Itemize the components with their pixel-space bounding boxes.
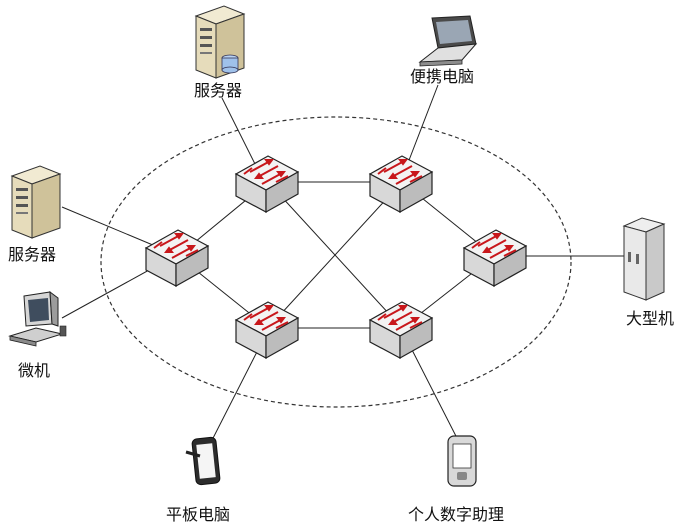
server-icon	[11, 165, 61, 239]
mainframe-icon	[622, 217, 666, 301]
network-topology-diagram: 服务器 便携电脑 服务器 微机 大型机 平板电脑 个人数字助理	[8, 5, 674, 524]
tablet-label: 平板电脑	[166, 505, 230, 524]
pc-label: 微机	[18, 361, 50, 380]
pda-label: 个人数字助理	[408, 505, 504, 524]
server-icon	[195, 5, 245, 79]
server-left-label: 服务器	[8, 245, 56, 264]
switch-right	[463, 229, 527, 287]
switch-top-right	[369, 155, 433, 213]
laptop-icon	[418, 15, 478, 67]
laptop-label: 便携电脑	[410, 67, 474, 86]
mainframe-label: 大型机	[626, 309, 674, 328]
server-top-label: 服务器	[194, 81, 242, 100]
switch-top-left	[235, 155, 299, 213]
tablet-icon	[185, 436, 221, 486]
switch-bottom-right	[369, 301, 433, 359]
pda-icon	[447, 435, 477, 487]
switch-links	[177, 181, 495, 329]
desktop-pc-icon	[8, 290, 67, 347]
